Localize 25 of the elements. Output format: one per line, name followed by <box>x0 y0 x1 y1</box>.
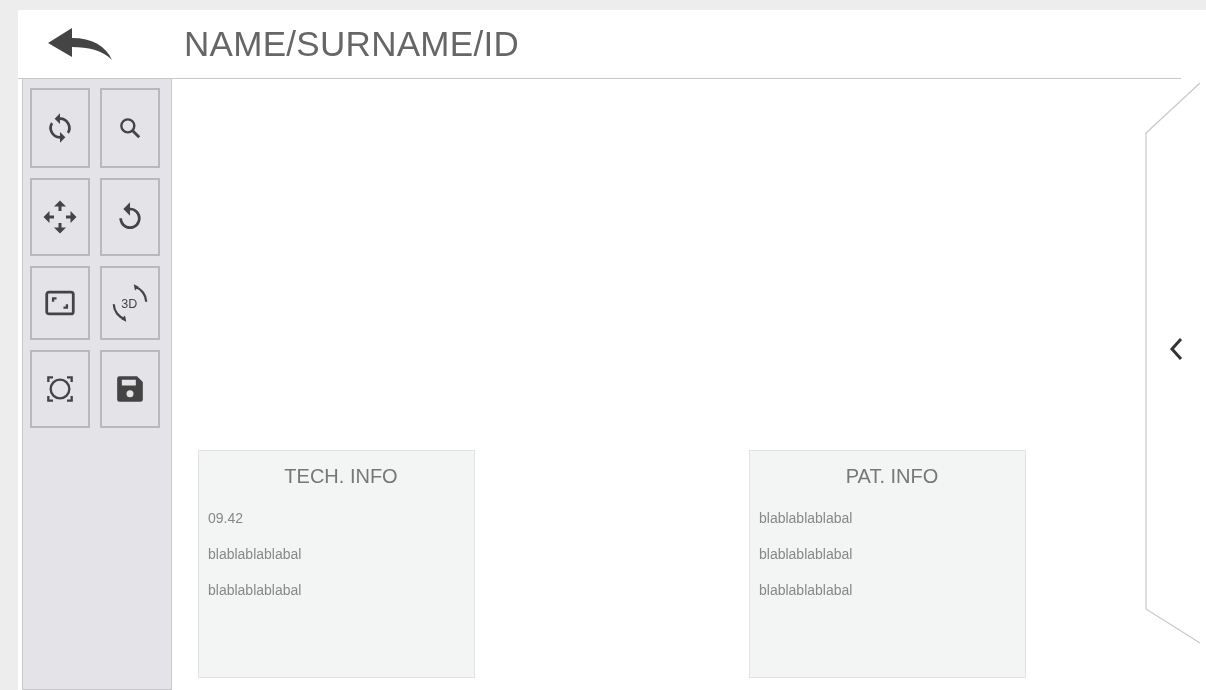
back-arrow-icon[interactable] <box>48 28 112 60</box>
move-arrows-icon <box>42 199 78 235</box>
card-title: TECH. INFO <box>284 465 398 488</box>
info-text: 09.42 <box>208 510 245 526</box>
chevron-left-icon <box>1169 337 1183 361</box>
tool-button[interactable] <box>30 266 90 340</box>
search-icon <box>117 115 143 141</box>
info-text: blablablablabal <box>759 510 854 526</box>
info-text: blablablablabal <box>759 582 854 598</box>
tool-button[interactable] <box>30 178 90 256</box>
page-title: NAME/SURNAME/ID <box>184 24 520 64</box>
tool-button[interactable]: 3D <box>100 266 160 340</box>
tool-button[interactable] <box>30 88 90 168</box>
expand-panel-button[interactable] <box>1169 337 1183 361</box>
info-text: blablablablabal <box>208 582 303 598</box>
focus-circle-icon <box>46 375 74 403</box>
tool-button[interactable] <box>100 178 160 256</box>
info-text: blablablablabal <box>759 546 854 562</box>
tool-button[interactable] <box>100 88 160 168</box>
save-icon <box>116 375 144 403</box>
tool-button[interactable] <box>30 350 90 428</box>
info-text: blablablablabal <box>208 546 303 562</box>
aspect-ratio-icon <box>45 290 75 316</box>
card-title: PAT. INFO <box>845 465 939 488</box>
tool-button[interactable] <box>100 350 160 428</box>
